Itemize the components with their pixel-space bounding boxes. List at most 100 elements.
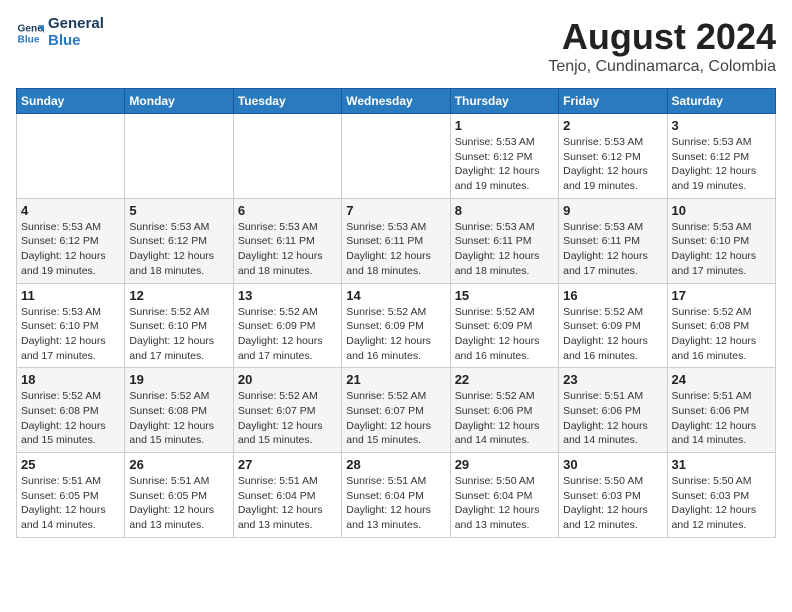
week-row-5: 25Sunrise: 5:51 AM Sunset: 6:05 PM Dayli…: [17, 453, 776, 538]
day-number: 3: [672, 118, 771, 133]
day-cell: 12 Sunrise: 5:52 AM Sunset: 6:10 PM Dayli…: [125, 283, 233, 368]
day-cell: 27 Sunrise: 5:51 AM Sunset: 6:04 PM Dayli…: [233, 453, 341, 538]
day-info: Sunrise: 5:52 AM Sunset: 6:06 PM Dayligh…: [455, 389, 554, 448]
day-cell: 28 Sunrise: 5:51 AM Sunset: 6:04 PM Dayli…: [342, 453, 450, 538]
day-number: 4: [21, 203, 120, 218]
col-header-saturday: Saturday: [667, 89, 775, 114]
day-cell: 21 Sunrise: 5:52 AM Sunset: 6:07 PM Dayli…: [342, 368, 450, 453]
day-info: Sunrise: 5:53 AM Sunset: 6:11 PM Dayligh…: [346, 220, 445, 279]
day-number: 20: [238, 372, 337, 387]
day-number: 13: [238, 288, 337, 303]
day-number: 7: [346, 203, 445, 218]
day-cell: 20 Sunrise: 5:52 AM Sunset: 6:07 PM Dayli…: [233, 368, 341, 453]
day-cell: 26Sunrise: 5:51 AM Sunset: 6:05 PM Dayli…: [125, 453, 233, 538]
day-number: 15: [455, 288, 554, 303]
day-cell: 23 Sunrise: 5:51 AM Sunset: 6:06 PM Dayli…: [559, 368, 667, 453]
day-info: Sunrise: 5:53 AM Sunset: 6:12 PM Dayligh…: [563, 135, 662, 194]
day-cell: 7 Sunrise: 5:53 AM Sunset: 6:11 PM Daylig…: [342, 198, 450, 283]
day-cell: 13 Sunrise: 5:52 AM Sunset: 6:09 PM Dayli…: [233, 283, 341, 368]
col-header-wednesday: Wednesday: [342, 89, 450, 114]
day-number: 17: [672, 288, 771, 303]
day-cell: 31 Sunrise: 5:50 AM Sunset: 6:03 PM Dayli…: [667, 453, 775, 538]
day-cell: 2 Sunrise: 5:53 AM Sunset: 6:12 PM Daylig…: [559, 114, 667, 199]
day-number: 22: [455, 372, 554, 387]
day-info: Sunrise: 5:53 AM Sunset: 6:12 PM Dayligh…: [455, 135, 554, 194]
day-info: Sunrise: 5:53 AM Sunset: 6:10 PM Dayligh…: [21, 305, 120, 364]
day-cell: 25Sunrise: 5:51 AM Sunset: 6:05 PM Dayli…: [17, 453, 125, 538]
day-info: Sunrise: 5:53 AM Sunset: 6:11 PM Dayligh…: [238, 220, 337, 279]
day-number: 12: [129, 288, 228, 303]
day-cell: 8 Sunrise: 5:53 AM Sunset: 6:11 PM Daylig…: [450, 198, 558, 283]
day-cell: 9Sunrise: 5:53 AM Sunset: 6:11 PM Daylig…: [559, 198, 667, 283]
day-info: Sunrise: 5:51 AM Sunset: 6:04 PM Dayligh…: [346, 474, 445, 533]
day-number: 27: [238, 457, 337, 472]
col-header-monday: Monday: [125, 89, 233, 114]
col-header-sunday: Sunday: [17, 89, 125, 114]
day-number: 16: [563, 288, 662, 303]
day-info: Sunrise: 5:53 AM Sunset: 6:12 PM Dayligh…: [129, 220, 228, 279]
logo: General Blue General Blue: [16, 16, 104, 49]
day-info: Sunrise: 5:51 AM Sunset: 6:05 PM Dayligh…: [21, 474, 120, 533]
calendar-table: SundayMondayTuesdayWednesdayThursdayFrid…: [16, 88, 776, 538]
day-cell: 16 Sunrise: 5:52 AM Sunset: 6:09 PM Dayli…: [559, 283, 667, 368]
logo-icon: General Blue: [16, 19, 44, 47]
day-number: 29: [455, 457, 554, 472]
day-number: 28: [346, 457, 445, 472]
day-cell: [17, 114, 125, 199]
week-row-1: 1 Sunrise: 5:53 AM Sunset: 6:12 PM Daylig…: [17, 114, 776, 199]
col-header-tuesday: Tuesday: [233, 89, 341, 114]
day-cell: 19 Sunrise: 5:52 AM Sunset: 6:08 PM Dayli…: [125, 368, 233, 453]
week-row-2: 4 Sunrise: 5:53 AM Sunset: 6:12 PM Daylig…: [17, 198, 776, 283]
day-info: Sunrise: 5:52 AM Sunset: 6:08 PM Dayligh…: [21, 389, 120, 448]
page-subtitle: Tenjo, Cundinamarca, Colombia: [548, 58, 776, 76]
day-cell: 6 Sunrise: 5:53 AM Sunset: 6:11 PM Daylig…: [233, 198, 341, 283]
day-number: 31: [672, 457, 771, 472]
day-number: 14: [346, 288, 445, 303]
day-cell: [125, 114, 233, 199]
title-block: August 2024 Tenjo, Cundinamarca, Colombi…: [548, 16, 776, 76]
day-info: Sunrise: 5:52 AM Sunset: 6:09 PM Dayligh…: [455, 305, 554, 364]
day-cell: 24Sunrise: 5:51 AM Sunset: 6:06 PM Dayli…: [667, 368, 775, 453]
day-cell: 30 Sunrise: 5:50 AM Sunset: 6:03 PM Dayli…: [559, 453, 667, 538]
day-number: 30: [563, 457, 662, 472]
day-info: Sunrise: 5:53 AM Sunset: 6:11 PM Dayligh…: [455, 220, 554, 279]
logo-text-blue: Blue: [48, 33, 104, 50]
day-cell: 18Sunrise: 5:52 AM Sunset: 6:08 PM Dayli…: [17, 368, 125, 453]
day-number: 11: [21, 288, 120, 303]
day-info: Sunrise: 5:52 AM Sunset: 6:09 PM Dayligh…: [563, 305, 662, 364]
svg-text:General: General: [18, 23, 44, 34]
day-number: 6: [238, 203, 337, 218]
day-number: 10: [672, 203, 771, 218]
day-info: Sunrise: 5:51 AM Sunset: 6:06 PM Dayligh…: [563, 389, 662, 448]
day-info: Sunrise: 5:52 AM Sunset: 6:07 PM Dayligh…: [238, 389, 337, 448]
day-cell: 17 Sunrise: 5:52 AM Sunset: 6:08 PM Dayli…: [667, 283, 775, 368]
page-header: General Blue General Blue August 2024 Te…: [16, 16, 776, 76]
day-cell: 15 Sunrise: 5:52 AM Sunset: 6:09 PM Dayli…: [450, 283, 558, 368]
day-number: 1: [455, 118, 554, 133]
day-info: Sunrise: 5:50 AM Sunset: 6:03 PM Dayligh…: [672, 474, 771, 533]
day-cell: 29 Sunrise: 5:50 AM Sunset: 6:04 PM Dayli…: [450, 453, 558, 538]
day-number: 8: [455, 203, 554, 218]
day-number: 2: [563, 118, 662, 133]
day-number: 19: [129, 372, 228, 387]
day-cell: 5Sunrise: 5:53 AM Sunset: 6:12 PM Daylig…: [125, 198, 233, 283]
day-cell: [233, 114, 341, 199]
day-info: Sunrise: 5:52 AM Sunset: 6:09 PM Dayligh…: [238, 305, 337, 364]
day-number: 9: [563, 203, 662, 218]
day-cell: 3Sunrise: 5:53 AM Sunset: 6:12 PM Daylig…: [667, 114, 775, 199]
col-header-thursday: Thursday: [450, 89, 558, 114]
day-info: Sunrise: 5:50 AM Sunset: 6:04 PM Dayligh…: [455, 474, 554, 533]
day-number: 21: [346, 372, 445, 387]
day-info: Sunrise: 5:51 AM Sunset: 6:04 PM Dayligh…: [238, 474, 337, 533]
day-info: Sunrise: 5:52 AM Sunset: 6:07 PM Dayligh…: [346, 389, 445, 448]
calendar-header-row: SundayMondayTuesdayWednesdayThursdayFrid…: [17, 89, 776, 114]
day-info: Sunrise: 5:52 AM Sunset: 6:08 PM Dayligh…: [129, 389, 228, 448]
day-info: Sunrise: 5:52 AM Sunset: 6:08 PM Dayligh…: [672, 305, 771, 364]
day-cell: [342, 114, 450, 199]
day-info: Sunrise: 5:50 AM Sunset: 6:03 PM Dayligh…: [563, 474, 662, 533]
day-number: 23: [563, 372, 662, 387]
day-info: Sunrise: 5:52 AM Sunset: 6:10 PM Dayligh…: [129, 305, 228, 364]
svg-text:Blue: Blue: [18, 34, 40, 45]
col-header-friday: Friday: [559, 89, 667, 114]
day-number: 24: [672, 372, 771, 387]
